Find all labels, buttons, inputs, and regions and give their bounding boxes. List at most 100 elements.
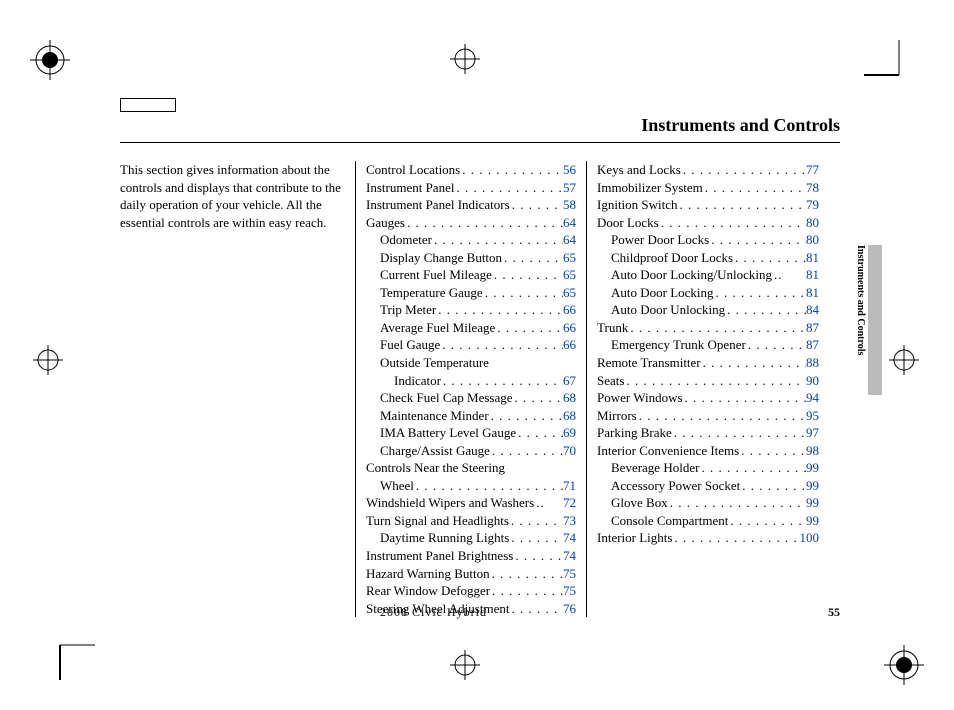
toc-entry-page[interactable]: 100 (800, 529, 820, 547)
toc-entry[interactable]: Charge/Assist Gauge. . . . . . . . . . .… (366, 442, 576, 460)
toc-entry-page[interactable]: 99 (806, 512, 819, 530)
toc-entry-page[interactable]: 94 (806, 389, 819, 407)
toc-entry[interactable]: Indicator. . . . . . . . . . . . . . . .… (366, 372, 576, 390)
toc-entry[interactable]: Controls Near the Steering (366, 459, 576, 477)
toc-leader-dots: . . . . . . . . . . . . . . . . . . . . … (699, 459, 806, 477)
toc-entry-page[interactable]: 90 (806, 372, 819, 390)
toc-entry[interactable]: Temperature Gauge. . . . . . . . . . . .… (366, 284, 576, 302)
toc-entry[interactable]: Outside Temperature (366, 354, 576, 372)
toc-entry[interactable]: Mirrors. . . . . . . . . . . . . . . . .… (597, 407, 819, 425)
toc-entry-page[interactable]: 84 (806, 301, 819, 319)
toc-entry[interactable]: Interior Convenience Items. . . . . . . … (597, 442, 819, 460)
toc-entry-page[interactable]: 98 (806, 442, 819, 460)
toc-entry[interactable]: Wheel. . . . . . . . . . . . . . . . . .… (366, 477, 576, 495)
toc-entry-page[interactable]: 66 (563, 336, 576, 354)
toc-entry-page[interactable]: 68 (563, 407, 576, 425)
toc-entry-page[interactable]: 76 (563, 600, 576, 618)
toc-entry-page[interactable]: 79 (806, 196, 819, 214)
toc-entry-label: Average Fuel Mileage (380, 319, 495, 337)
toc-entry[interactable]: Maintenance Minder. . . . . . . . . . . … (366, 407, 576, 425)
toc-entry[interactable]: Accessory Power Socket. . . . . . . . . … (597, 477, 819, 495)
toc-entry-page[interactable]: 99 (806, 459, 819, 477)
toc-entry[interactable]: Control Locations. . . . . . . . . . . .… (366, 161, 576, 179)
toc-entry[interactable]: Display Change Button. . . . . . . . . .… (366, 249, 576, 267)
toc-entry[interactable]: Seats. . . . . . . . . . . . . . . . . .… (597, 372, 819, 390)
toc-entry[interactable]: Emergency Trunk Opener. . . . . . . . . … (597, 336, 819, 354)
toc-entry[interactable]: Turn Signal and Headlights. . . . . . . … (366, 512, 576, 530)
toc-entry[interactable]: Auto Door Locking. . . . . . . . . . . .… (597, 284, 819, 302)
toc-entry-page[interactable]: 71 (563, 477, 576, 495)
toc-entry-page[interactable]: 80 (806, 214, 819, 232)
toc-entry[interactable]: Current Fuel Mileage. . . . . . . . . . … (366, 266, 576, 284)
toc-entry[interactable]: Ignition Switch. . . . . . . . . . . . .… (597, 196, 819, 214)
toc-entry-page[interactable]: 68 (563, 389, 576, 407)
toc-entry[interactable]: Instrument Panel. . . . . . . . . . . . … (366, 179, 576, 197)
toc-entry-page[interactable]: 66 (563, 301, 576, 319)
toc-leader-dots: . . . . . . . . . . . . . . . . . . . . … (683, 389, 806, 407)
toc-entry-page[interactable]: 65 (563, 266, 576, 284)
toc-entry[interactable]: Fuel Gauge. . . . . . . . . . . . . . . … (366, 336, 576, 354)
toc-entry-page[interactable]: 97 (806, 424, 819, 442)
toc-entry[interactable]: Rear Window Defogger. . . . . . . . . . … (366, 582, 576, 600)
toc-entry[interactable]: Parking Brake. . . . . . . . . . . . . .… (597, 424, 819, 442)
toc-entry-page[interactable]: 70 (563, 442, 576, 460)
toc-entry-page[interactable]: 72 (563, 494, 576, 512)
toc-entry[interactable]: Instrument Panel Brightness. . . . . . .… (366, 547, 576, 565)
toc-entry[interactable]: Auto Door Unlocking. . . . . . . . . . .… (597, 301, 819, 319)
toc-entry-page[interactable]: 58 (563, 196, 576, 214)
toc-entry[interactable]: Console Compartment. . . . . . . . . . .… (597, 512, 819, 530)
toc-entry[interactable]: Trunk. . . . . . . . . . . . . . . . . .… (597, 319, 819, 337)
toc-entry-page[interactable]: 78 (806, 179, 819, 197)
toc-entry[interactable]: Instrument Panel Indicators. . . . . . .… (366, 196, 576, 214)
toc-entry-page[interactable]: 99 (806, 494, 819, 512)
toc-entry-page[interactable]: 64 (563, 231, 576, 249)
toc-entry[interactable]: Door Locks. . . . . . . . . . . . . . . … (597, 214, 819, 232)
toc-entry[interactable]: Daytime Running Lights. . . . . . . . . … (366, 529, 576, 547)
toc-entry-page[interactable]: 88 (806, 354, 819, 372)
toc-entry[interactable]: Windshield Wipers and Washers .. 72 (366, 494, 576, 512)
toc-entry-page[interactable]: 81 (806, 284, 819, 302)
toc-entry[interactable]: Remote Transmitter. . . . . . . . . . . … (597, 354, 819, 372)
toc-entry-page[interactable]: 74 (563, 529, 576, 547)
toc-entry[interactable]: Power Windows. . . . . . . . . . . . . .… (597, 389, 819, 407)
toc-entry-page[interactable]: 74 (563, 547, 576, 565)
toc-entry-label: Fuel Gauge (380, 336, 440, 354)
page-edge-tab-label: Instruments and Controls (852, 245, 866, 415)
toc-entry-page[interactable]: 65 (563, 284, 576, 302)
toc-entry[interactable]: Trip Meter. . . . . . . . . . . . . . . … (366, 301, 576, 319)
toc-entry[interactable]: Interior Lights. . . . . . . . . . . . .… (597, 529, 819, 547)
toc-entry[interactable]: Hazard Warning Button. . . . . . . . . .… (366, 565, 576, 583)
toc-entry[interactable]: Auto Door Locking/Unlocking .. 81 (597, 266, 819, 284)
toc-entry[interactable]: Odometer. . . . . . . . . . . . . . . . … (366, 231, 576, 249)
toc-entry-page[interactable]: 57 (563, 179, 576, 197)
toc-entry-page[interactable]: 81 (806, 266, 819, 284)
toc-entry[interactable]: Check Fuel Cap Message. . . . . . . . . … (366, 389, 576, 407)
toc-entry-page[interactable]: 75 (563, 582, 576, 600)
toc-entry-page[interactable]: 87 (806, 319, 819, 337)
toc-entry[interactable]: Immobilizer System. . . . . . . . . . . … (597, 179, 819, 197)
toc-entry-page[interactable]: 65 (563, 249, 576, 267)
toc-entry[interactable]: Glove Box. . . . . . . . . . . . . . . .… (597, 494, 819, 512)
toc-entry-page[interactable]: 64 (563, 214, 576, 232)
toc-entry-page[interactable]: 69 (563, 424, 576, 442)
toc-entry-page[interactable]: 67 (563, 372, 576, 390)
toc-entry-page[interactable]: 95 (806, 407, 819, 425)
toc-entry[interactable]: Gauges. . . . . . . . . . . . . . . . . … (366, 214, 576, 232)
toc-entry[interactable]: Average Fuel Mileage. . . . . . . . . . … (366, 319, 576, 337)
page-number: 55 (828, 605, 840, 620)
toc-entry-page[interactable]: 56 (563, 161, 576, 179)
toc-entry[interactable]: Power Door Locks. . . . . . . . . . . . … (597, 231, 819, 249)
toc-entry[interactable]: IMA Battery Level Gauge. . . . . . . . .… (366, 424, 576, 442)
toc-entry-page[interactable]: 66 (563, 319, 576, 337)
toc-entry-page[interactable]: 77 (806, 161, 819, 179)
toc-leader-dots: . . . . . . . . . . . . . . . . . . . . … (733, 249, 806, 267)
toc-entry-page[interactable]: 73 (563, 512, 576, 530)
toc-entry-page[interactable]: 87 (806, 336, 819, 354)
toc-entry[interactable]: Keys and Locks. . . . . . . . . . . . . … (597, 161, 819, 179)
toc-entry-page[interactable]: 75 (563, 565, 576, 583)
toc-entry-page[interactable]: 80 (806, 231, 819, 249)
toc-entry-page[interactable]: 81 (806, 249, 819, 267)
toc-entry[interactable]: Childproof Door Locks. . . . . . . . . .… (597, 249, 819, 267)
toc-entry[interactable]: Beverage Holder. . . . . . . . . . . . .… (597, 459, 819, 477)
toc-entry-page[interactable]: 99 (806, 477, 819, 495)
